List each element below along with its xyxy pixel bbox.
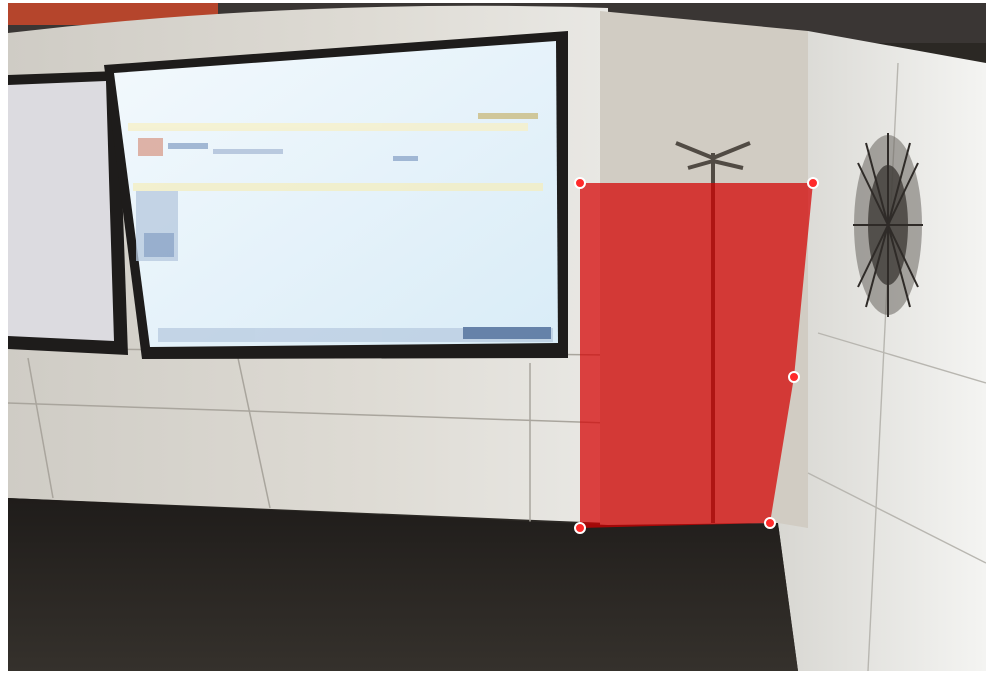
monitor-screen [114, 41, 558, 347]
camera-video-frame [8, 3, 986, 671]
roi-vertex-handle[interactable] [574, 522, 586, 534]
roi-vertex-handle[interactable] [788, 371, 800, 383]
main-monitor [104, 31, 568, 359]
roi-vertex-handle[interactable] [807, 177, 819, 189]
roi-vertex-handle[interactable] [764, 517, 776, 529]
camera-scene [8, 3, 986, 671]
roi-vertex-handle[interactable] [574, 177, 586, 189]
left-monitor [8, 71, 128, 355]
right-wall [778, 31, 986, 671]
